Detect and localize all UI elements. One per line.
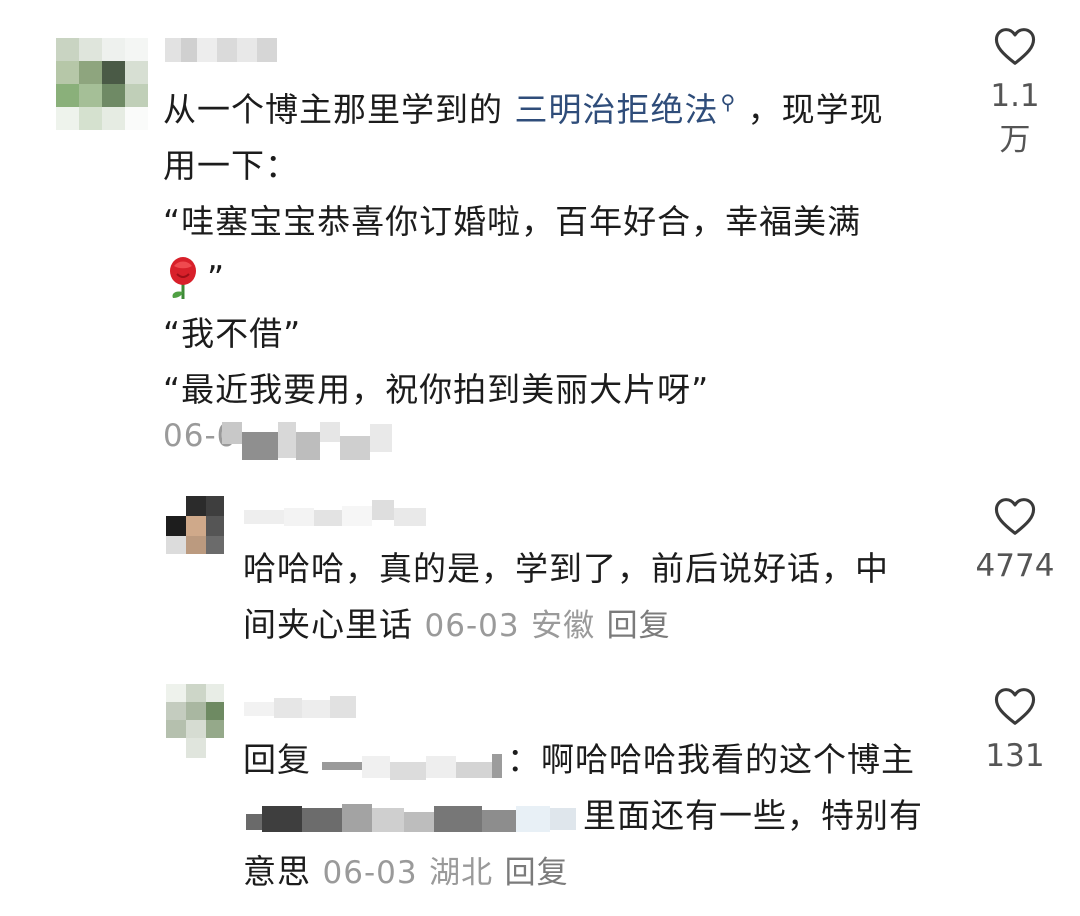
like-button[interactable]: 4774 <box>975 496 1055 584</box>
comment-line-1-text: ：啊哈哈哈我看的这个博主 <box>507 740 915 779</box>
avatar-image <box>56 38 148 130</box>
like-count: 131 <box>985 738 1045 774</box>
reply-button[interactable]: 回复 <box>505 855 569 891</box>
comment-line-2-text: 间夹心里话 <box>243 605 413 644</box>
comment-line-2: 用一下： <box>163 146 299 185</box>
keyword-link-label: 三明治拒绝法 <box>514 90 719 129</box>
comment-text-start: 从一个博主那里学到的 <box>163 90 515 129</box>
avatar-image <box>166 684 224 758</box>
like-count: 4774 <box>975 548 1055 584</box>
like-button[interactable]: 1.1万 <box>975 26 1055 159</box>
username-blurred[interactable] <box>165 38 277 62</box>
like-count: 1.1万 <box>990 78 1040 158</box>
mention-blur <box>322 752 502 782</box>
comment-line-3-text: 意思 <box>243 852 311 891</box>
heart-outline-icon <box>994 688 1036 725</box>
like-button[interactable]: 131 <box>975 686 1055 774</box>
quote-2: “我不借” <box>163 314 302 353</box>
comment-line-1: 从一个博主那里学到的 三明治拒绝法 ⚲ ，现学现 <box>163 74 953 138</box>
comment-date: 06-03 <box>424 608 520 644</box>
comment-location: 安徽 <box>531 608 596 644</box>
avatar-image <box>166 496 224 554</box>
reply-prefix: 回复 <box>243 740 311 779</box>
comment-location: 湖北 <box>429 855 494 891</box>
quote-3: “最近我要用，祝你拍到美丽大片呀” <box>163 370 710 409</box>
reply-button[interactable]: 回复 <box>607 608 671 644</box>
username-blurred[interactable] <box>244 500 426 532</box>
avatar[interactable] <box>166 684 224 758</box>
comment-text: 哈哈哈，真的是，学到了，前后说好话，中 间夹心里话 06-03 安徽 回复 <box>243 541 963 654</box>
meta-blur <box>222 418 392 464</box>
keyword-link[interactable]: 三明治拒绝法 ⚲ <box>515 90 737 129</box>
comment-text-end: ，现学现 <box>736 90 884 129</box>
quote-1-line-2: ” <box>163 250 953 306</box>
avatar[interactable] <box>56 38 148 130</box>
heart-outline-icon <box>994 498 1036 535</box>
rose-emoji <box>170 257 196 299</box>
comment-text: 从一个博主那里学到的 三明治拒绝法 ⚲ ，现学现 用一下： “哇塞宝宝恭喜你订婚啦… <box>163 74 953 418</box>
username-blurred[interactable] <box>244 694 356 722</box>
comment-line-2: 间夹心里话 06-03 安徽 回复 <box>243 597 963 654</box>
comment-line-3: 意思 06-03 湖北 回复 <box>243 844 963 901</box>
comment-line-1: 哈哈哈，真的是，学到了，前后说好话，中 <box>243 549 889 588</box>
comment-line-2-text: 里面还有一些，特别有 <box>583 796 923 835</box>
avatar[interactable] <box>166 496 224 554</box>
mention-blur <box>246 798 576 838</box>
search-icon: ⚲ <box>720 90 737 114</box>
heart-outline-icon <box>994 28 1036 65</box>
quote-1-line-1: “哇塞宝宝恭喜你订婚啦，百年好合，幸福美满 <box>163 202 862 241</box>
quote-1-close: ” <box>207 258 226 297</box>
comment-date: 06-03 <box>322 855 418 891</box>
